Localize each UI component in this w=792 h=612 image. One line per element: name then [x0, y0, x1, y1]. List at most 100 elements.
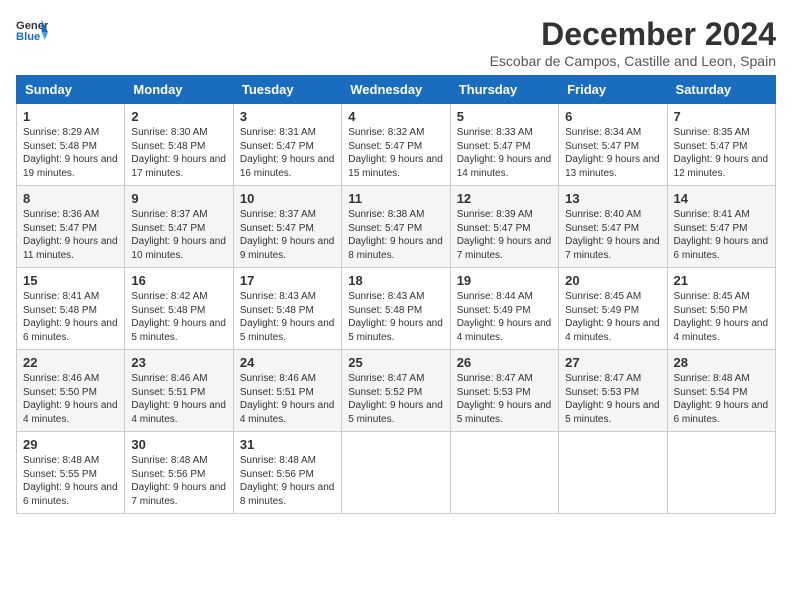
- day-detail: Sunrise: 8:46 AMSunset: 5:50 PMDaylight:…: [23, 372, 118, 426]
- col-sunday: Sunday: [17, 76, 125, 104]
- day-number: 27: [565, 355, 660, 370]
- calendar-cell: 1 Sunrise: 8:29 AMSunset: 5:48 PMDaylight…: [17, 104, 125, 186]
- col-wednesday: Wednesday: [342, 76, 450, 104]
- day-detail: Sunrise: 8:39 AMSunset: 5:47 PMDaylight:…: [457, 208, 552, 262]
- calendar-cell: 15 Sunrise: 8:41 AMSunset: 5:48 PMDayligh…: [17, 268, 125, 350]
- calendar-cell: 12 Sunrise: 8:39 AMSunset: 5:47 PMDayligh…: [450, 186, 558, 268]
- day-number: 9: [131, 191, 226, 206]
- calendar-cell: 17 Sunrise: 8:43 AMSunset: 5:48 PMDayligh…: [233, 268, 341, 350]
- calendar-cell: 22Sunrise: 8:46 AMSunset: 5:50 PMDayligh…: [17, 350, 125, 432]
- calendar-cell: 8 Sunrise: 8:36 AMSunset: 5:47 PMDaylight…: [17, 186, 125, 268]
- calendar-cell: 11 Sunrise: 8:38 AMSunset: 5:47 PMDayligh…: [342, 186, 450, 268]
- day-number: 14: [674, 191, 769, 206]
- calendar-cell: [342, 432, 450, 514]
- calendar-cell: 30 Sunrise: 8:48 AMSunset: 5:56 PMDayligh…: [125, 432, 233, 514]
- day-detail: Sunrise: 8:46 AMSunset: 5:51 PMDaylight:…: [131, 372, 226, 426]
- day-number: 5: [457, 109, 552, 124]
- calendar-cell: [559, 432, 667, 514]
- day-detail: Sunrise: 8:33 AMSunset: 5:47 PMDaylight:…: [457, 126, 552, 180]
- day-detail: Sunrise: 8:46 AMSunset: 5:51 PMDaylight:…: [240, 372, 335, 426]
- day-number: 28: [674, 355, 769, 370]
- day-detail: Sunrise: 8:32 AMSunset: 5:47 PMDaylight:…: [348, 126, 443, 180]
- day-number: 29: [23, 437, 118, 452]
- day-detail: Sunrise: 8:38 AMSunset: 5:47 PMDaylight:…: [348, 208, 443, 262]
- day-detail: Sunrise: 8:48 AMSunset: 5:56 PMDaylight:…: [131, 454, 226, 508]
- calendar-cell: 29 Sunrise: 8:48 AMSunset: 5:55 PMDayligh…: [17, 432, 125, 514]
- calendar-cell: 10 Sunrise: 8:37 AMSunset: 5:47 PMDayligh…: [233, 186, 341, 268]
- day-detail: Sunrise: 8:41 AMSunset: 5:47 PMDaylight:…: [674, 208, 769, 262]
- title-area: December 2024 Escobar de Campos, Castill…: [490, 16, 776, 69]
- day-detail: Sunrise: 8:48 AMSunset: 5:56 PMDaylight:…: [240, 454, 335, 508]
- calendar-cell: 28Sunrise: 8:48 AMSunset: 5:54 PMDayligh…: [667, 350, 775, 432]
- svg-text:Blue: Blue: [16, 31, 40, 43]
- day-detail: Sunrise: 8:37 AMSunset: 5:47 PMDaylight:…: [131, 208, 226, 262]
- day-number: 31: [240, 437, 335, 452]
- day-detail: Sunrise: 8:45 AMSunset: 5:49 PMDaylight:…: [565, 290, 660, 344]
- calendar-title: December 2024: [490, 16, 776, 53]
- day-number: 7: [674, 109, 769, 124]
- day-number: 18: [348, 273, 443, 288]
- day-detail: Sunrise: 8:34 AMSunset: 5:47 PMDaylight:…: [565, 126, 660, 180]
- col-monday: Monday: [125, 76, 233, 104]
- day-number: 10: [240, 191, 335, 206]
- calendar-cell: 3 Sunrise: 8:31 AMSunset: 5:47 PMDaylight…: [233, 104, 341, 186]
- day-number: 2: [131, 109, 226, 124]
- day-number: 13: [565, 191, 660, 206]
- calendar-cell: [450, 432, 558, 514]
- day-detail: Sunrise: 8:35 AMSunset: 5:47 PMDaylight:…: [674, 126, 769, 180]
- calendar-cell: 25Sunrise: 8:47 AMSunset: 5:52 PMDayligh…: [342, 350, 450, 432]
- calendar-cell: 24 Sunrise: 8:46 AMSunset: 5:51 PMDayligh…: [233, 350, 341, 432]
- calendar-cell: 21Sunrise: 8:45 AMSunset: 5:50 PMDayligh…: [667, 268, 775, 350]
- day-detail: Sunrise: 8:43 AMSunset: 5:48 PMDaylight:…: [240, 290, 335, 344]
- calendar-table: Sunday Monday Tuesday Wednesday Thursday…: [16, 75, 776, 514]
- day-number: 26: [457, 355, 552, 370]
- day-number: 16: [131, 273, 226, 288]
- calendar-cell: 2 Sunrise: 8:30 AMSunset: 5:48 PMDaylight…: [125, 104, 233, 186]
- day-number: 19: [457, 273, 552, 288]
- day-number: 17: [240, 273, 335, 288]
- calendar-cell: 18 Sunrise: 8:43 AMSunset: 5:48 PMDayligh…: [342, 268, 450, 350]
- calendar-week-2: 8 Sunrise: 8:36 AMSunset: 5:47 PMDaylight…: [17, 186, 776, 268]
- calendar-cell: 9 Sunrise: 8:37 AMSunset: 5:47 PMDaylight…: [125, 186, 233, 268]
- day-detail: Sunrise: 8:36 AMSunset: 5:47 PMDaylight:…: [23, 208, 118, 262]
- calendar-week-5: 29 Sunrise: 8:48 AMSunset: 5:55 PMDayligh…: [17, 432, 776, 514]
- day-number: 6: [565, 109, 660, 124]
- calendar-cell: 23Sunrise: 8:46 AMSunset: 5:51 PMDayligh…: [125, 350, 233, 432]
- day-number: 20: [565, 273, 660, 288]
- col-saturday: Saturday: [667, 76, 775, 104]
- calendar-cell: 19 Sunrise: 8:44 AMSunset: 5:49 PMDayligh…: [450, 268, 558, 350]
- day-number: 1: [23, 109, 118, 124]
- calendar-cell: 13Sunrise: 8:40 AMSunset: 5:47 PMDayligh…: [559, 186, 667, 268]
- day-detail: Sunrise: 8:45 AMSunset: 5:50 PMDaylight:…: [674, 290, 769, 344]
- calendar-week-3: 15 Sunrise: 8:41 AMSunset: 5:48 PMDayligh…: [17, 268, 776, 350]
- day-detail: Sunrise: 8:47 AMSunset: 5:52 PMDaylight:…: [348, 372, 443, 426]
- day-detail: Sunrise: 8:29 AMSunset: 5:48 PMDaylight:…: [23, 126, 118, 180]
- day-number: 3: [240, 109, 335, 124]
- day-detail: Sunrise: 8:30 AMSunset: 5:48 PMDaylight:…: [131, 126, 226, 180]
- calendar-cell: [667, 432, 775, 514]
- day-detail: Sunrise: 8:37 AMSunset: 5:47 PMDaylight:…: [240, 208, 335, 262]
- logo: General Blue: [16, 16, 48, 44]
- calendar-cell: 26 Sunrise: 8:47 AMSunset: 5:53 PMDayligh…: [450, 350, 558, 432]
- day-number: 12: [457, 191, 552, 206]
- day-detail: Sunrise: 8:44 AMSunset: 5:49 PMDaylight:…: [457, 290, 552, 344]
- col-friday: Friday: [559, 76, 667, 104]
- day-number: 15: [23, 273, 118, 288]
- day-number: 11: [348, 191, 443, 206]
- day-number: 4: [348, 109, 443, 124]
- col-thursday: Thursday: [450, 76, 558, 104]
- day-detail: Sunrise: 8:31 AMSunset: 5:47 PMDaylight:…: [240, 126, 335, 180]
- calendar-subtitle: Escobar de Campos, Castille and Leon, Sp…: [490, 53, 776, 69]
- day-number: 24: [240, 355, 335, 370]
- calendar-cell: 16Sunrise: 8:42 AMSunset: 5:48 PMDayligh…: [125, 268, 233, 350]
- day-detail: Sunrise: 8:47 AMSunset: 5:53 PMDaylight:…: [457, 372, 552, 426]
- day-number: 30: [131, 437, 226, 452]
- calendar-cell: 5 Sunrise: 8:33 AMSunset: 5:47 PMDaylight…: [450, 104, 558, 186]
- calendar-cell: 4 Sunrise: 8:32 AMSunset: 5:47 PMDaylight…: [342, 104, 450, 186]
- day-number: 8: [23, 191, 118, 206]
- calendar-cell: 7 Sunrise: 8:35 AMSunset: 5:47 PMDaylight…: [667, 104, 775, 186]
- day-detail: Sunrise: 8:43 AMSunset: 5:48 PMDaylight:…: [348, 290, 443, 344]
- day-detail: Sunrise: 8:47 AMSunset: 5:53 PMDaylight:…: [565, 372, 660, 426]
- day-detail: Sunrise: 8:41 AMSunset: 5:48 PMDaylight:…: [23, 290, 118, 344]
- day-detail: Sunrise: 8:48 AMSunset: 5:55 PMDaylight:…: [23, 454, 118, 508]
